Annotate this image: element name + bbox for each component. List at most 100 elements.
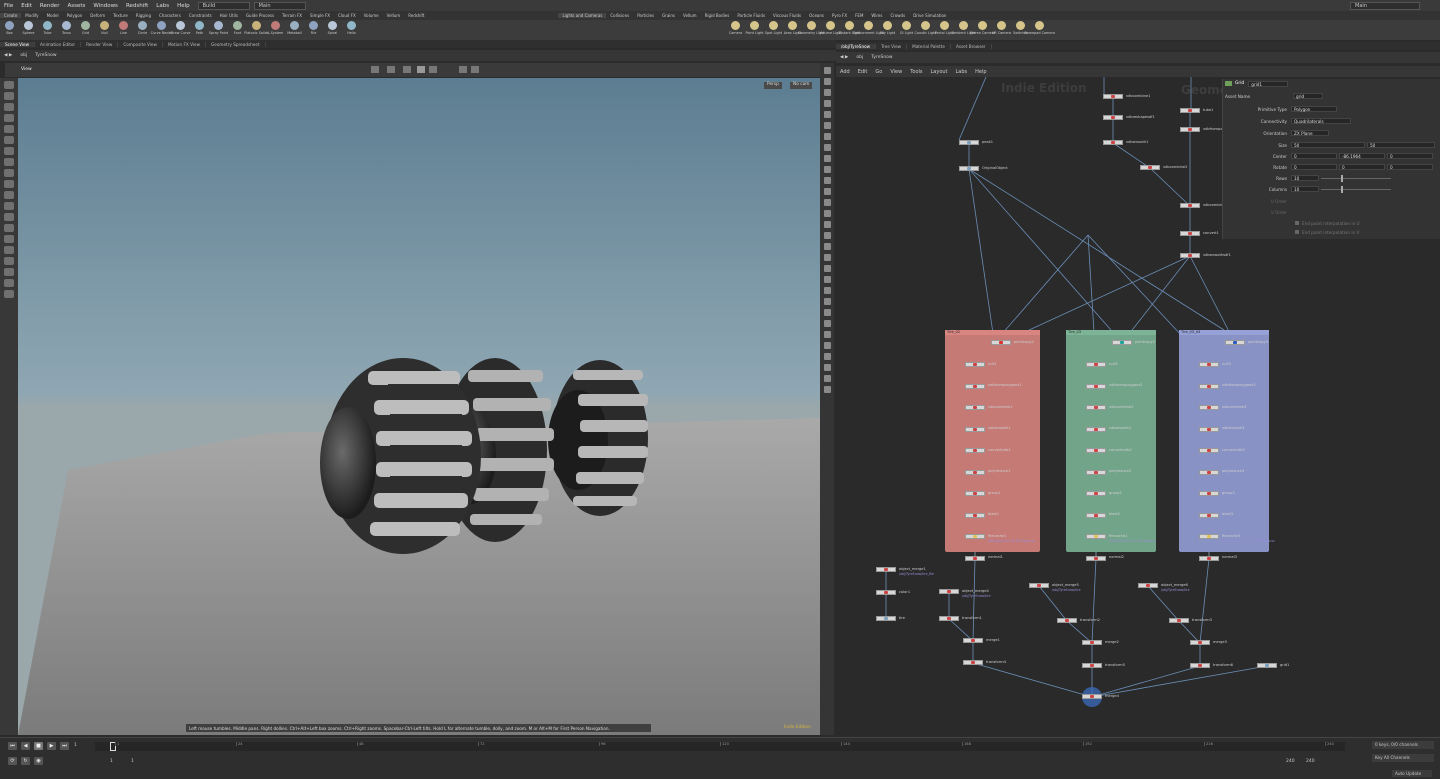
viewport-tool-icon[interactable] xyxy=(4,180,14,188)
viewport-tool-icon[interactable] xyxy=(4,290,14,298)
display-mode-icon[interactable] xyxy=(429,66,437,73)
display-option-icon[interactable] xyxy=(823,287,831,294)
play-button[interactable]: ▶ xyxy=(47,742,56,750)
display-option-icon[interactable] xyxy=(823,166,831,173)
shelf-tool-volume-light[interactable]: Volume Light xyxy=(819,20,842,40)
shelf-tab[interactable]: Grains xyxy=(658,13,679,18)
shelf-tool-portal-light[interactable]: Portal Light xyxy=(935,20,954,40)
shelf-tab[interactable]: Collisions xyxy=(606,13,633,18)
network-menu-item[interactable]: Edit xyxy=(854,69,872,75)
shelf-tool-path[interactable]: Path xyxy=(190,20,209,40)
node-normal3[interactable] xyxy=(1199,555,1219,561)
shelf-tab[interactable]: Create xyxy=(0,13,22,18)
node-transform6[interactable] xyxy=(1190,663,1210,668)
shelf-tab[interactable]: Polygon xyxy=(63,13,87,18)
end-frame-field-2[interactable]: 240 xyxy=(1306,759,1315,764)
shelf-tab[interactable]: Particles xyxy=(633,13,658,18)
display-option-icon[interactable] xyxy=(823,89,831,96)
display-option-icon[interactable] xyxy=(823,221,831,228)
menu-file[interactable]: File xyxy=(0,3,17,9)
asset-name-field[interactable]: grid xyxy=(1293,93,1323,99)
menu-windows[interactable]: Windows xyxy=(89,3,122,9)
left-pane-tab[interactable]: Geometry Spreadsheet xyxy=(206,41,266,47)
display-option-icon[interactable] xyxy=(823,144,831,151)
display-option-icon[interactable] xyxy=(823,386,831,393)
node-vdbfrompolygons3[interactable] xyxy=(1199,383,1219,389)
columns-slider[interactable] xyxy=(1321,185,1391,193)
left-pane-tab[interactable]: Render View xyxy=(81,41,119,47)
node-vdbsmoothsdf1[interactable] xyxy=(1180,253,1200,258)
shelf-tab[interactable]: Constraints xyxy=(185,13,216,18)
node-vdbreshapesdf1[interactable] xyxy=(1103,115,1123,120)
shelf-tab[interactable]: Lights and Cameras xyxy=(558,13,607,18)
node-vdbcombine1[interactable] xyxy=(965,405,985,410)
display-option-icon[interactable] xyxy=(823,67,831,74)
shelf-tool-platonic-solids[interactable]: Platonic Solids xyxy=(244,20,269,40)
right-context-dropdown[interactable]: Main xyxy=(1350,1,1420,10)
node-polyreduce1[interactable] xyxy=(965,469,985,475)
node-vdbfrompolygons1[interactable] xyxy=(1180,127,1200,132)
node-group1[interactable] xyxy=(965,491,985,496)
menu-help[interactable]: Help xyxy=(173,3,194,9)
shelf-tool-font[interactable]: Font xyxy=(228,20,247,40)
left-pane-tab[interactable]: Animation Editor xyxy=(35,41,82,47)
shelf-tool-metaball[interactable]: Metaball xyxy=(285,20,304,40)
shelf-tab[interactable]: Guide Process xyxy=(242,13,278,18)
display-option-icon[interactable] xyxy=(823,78,831,85)
node-object_merge1[interactable] xyxy=(876,567,896,572)
node-vdbsmooth1[interactable] xyxy=(965,426,985,432)
network-menu-item[interactable]: Layout xyxy=(927,69,952,75)
node-blast3[interactable] xyxy=(1199,512,1219,518)
display-option-icon[interactable] xyxy=(823,342,831,349)
parm-node-name[interactable]: grid1 xyxy=(1248,80,1289,87)
display-option-icon[interactable] xyxy=(823,232,831,239)
shelf-tool-circle[interactable]: Circle xyxy=(133,20,152,40)
start-frame-field[interactable]: 1 xyxy=(110,759,113,764)
display-option-icon[interactable] xyxy=(823,111,831,118)
shelf-tool-l-system[interactable]: L-System xyxy=(266,20,285,40)
shelf-tab[interactable]: Simple FX xyxy=(306,13,334,18)
viewport-tool-icon[interactable] xyxy=(4,125,14,133)
shelf-tab[interactable]: Viscous Fluids xyxy=(769,13,805,18)
node-convert1[interactable] xyxy=(1180,231,1200,236)
viewport-tool-icon[interactable] xyxy=(4,246,14,254)
node-transform4[interactable] xyxy=(963,660,983,665)
viewport-tool-icon[interactable] xyxy=(4,158,14,166)
center-x-field[interactable]: 0 xyxy=(1291,153,1337,159)
scene-viewport[interactable]: Persp No cam Indie Edition xyxy=(18,78,820,735)
menu-edit[interactable]: Edit xyxy=(17,3,36,9)
shelf-tab[interactable]: Drive Simulation xyxy=(909,13,950,18)
display-option-icon[interactable] xyxy=(823,353,831,360)
node-tire[interactable] xyxy=(876,616,896,621)
node-vdbsmooth3[interactable] xyxy=(1199,426,1219,432)
shelf-tab[interactable]: Model xyxy=(43,13,63,18)
snapshot-icon[interactable] xyxy=(471,66,479,73)
shelf-tool-camera[interactable]: Camera xyxy=(726,20,745,40)
shelf-tab[interactable]: Wires xyxy=(867,13,886,18)
node-merge2[interactable] xyxy=(1082,640,1102,645)
display-option-icon[interactable] xyxy=(823,276,831,283)
center-z-field[interactable]: 0 xyxy=(1387,153,1433,159)
rows-slider-handle[interactable] xyxy=(1341,174,1343,182)
viewport-tool-icon[interactable] xyxy=(4,114,14,122)
display-option-icon[interactable] xyxy=(823,155,831,162)
display-option-icon[interactable] xyxy=(823,199,831,206)
camera-dropdown[interactable]: No cam xyxy=(790,82,813,89)
display-option-icon[interactable] xyxy=(823,133,831,140)
network-menu-item[interactable]: Go xyxy=(871,69,886,75)
shelf-tool-line[interactable]: Line xyxy=(114,20,133,40)
shelf-tab[interactable]: FEM xyxy=(851,13,867,18)
node-null3[interactable] xyxy=(1199,362,1219,367)
jump-start-button[interactable]: ⏮ xyxy=(8,742,17,750)
node-OriginalObject[interactable] xyxy=(959,166,979,171)
viewport-tool-icon[interactable] xyxy=(4,81,14,89)
jump-end-button[interactable]: ⏭ xyxy=(60,742,69,750)
display-option-icon[interactable] xyxy=(823,122,831,129)
node-blast1[interactable] xyxy=(965,512,985,518)
net-path-obj[interactable]: obj xyxy=(856,55,863,60)
shelf-tool-spot-light[interactable]: Spot Light xyxy=(764,20,783,40)
camera-icon[interactable] xyxy=(459,66,467,73)
columns-slider-handle[interactable] xyxy=(1341,185,1343,193)
orientation-menu[interactable]: ZX Plane xyxy=(1291,130,1329,136)
shelf-tool-point-light[interactable]: Point Light xyxy=(745,20,764,40)
